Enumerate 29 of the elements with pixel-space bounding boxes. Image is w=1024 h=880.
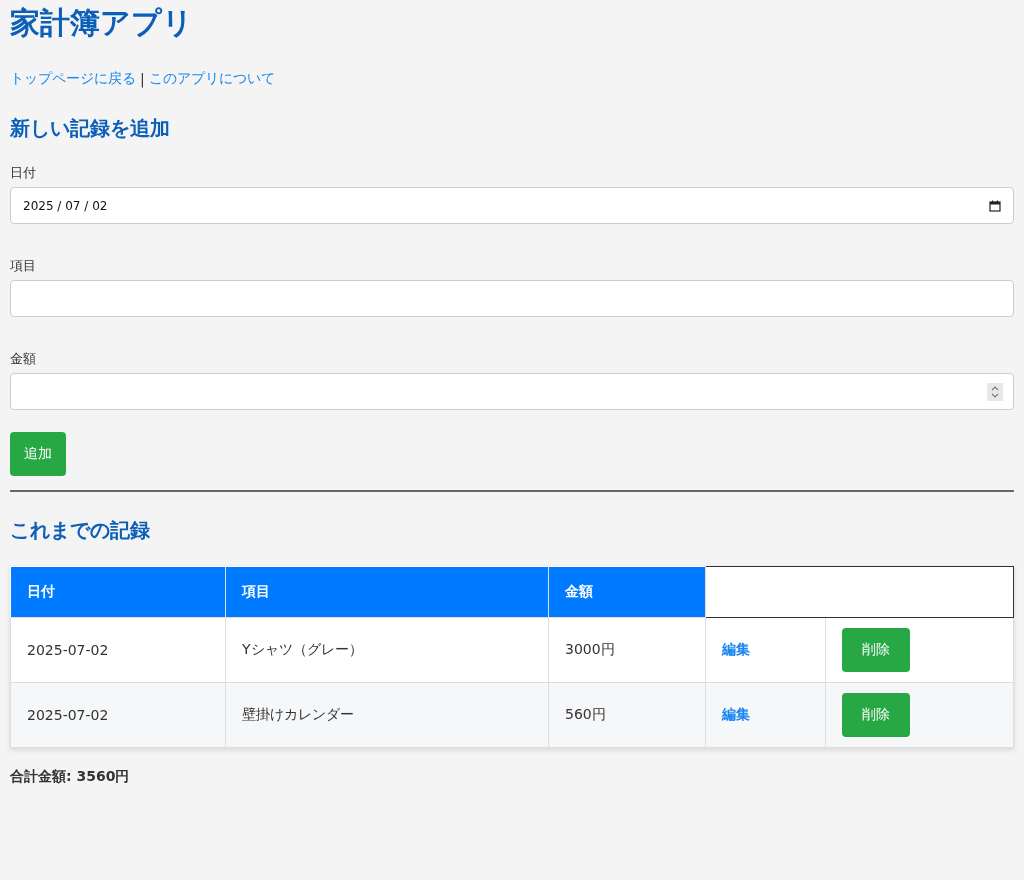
nav-separator: | (140, 71, 145, 87)
field-label: 金額 (10, 350, 37, 368)
field-label: 日付 (10, 164, 37, 182)
section-heading: これまでの記録 (10, 517, 151, 544)
section-heading: 新しい記録を追加 (10, 115, 171, 142)
column-header: 項目 (225, 566, 549, 618)
item-field[interactable] (10, 280, 1014, 317)
column-header: 日付 (10, 566, 226, 618)
edit-link[interactable]: 編集 (722, 706, 750, 722)
table-cell: 560円 (548, 682, 706, 748)
date-field[interactable]: 2025 / 07 / 02 (10, 187, 1014, 224)
total-amount: 合計金額: 3560円 (10, 768, 131, 786)
delete-button[interactable]: 削除 (842, 693, 910, 737)
table-cell: 壁掛けカレンダー (225, 682, 549, 748)
edit-link[interactable]: 編集 (722, 641, 750, 657)
delete-button[interactable]: 削除 (842, 628, 910, 672)
table-cell: 2025-07-02 (10, 617, 226, 683)
table-cell: Yシャツ（グレー） (225, 617, 549, 683)
field-label: 項目 (10, 257, 37, 275)
table-cell: 3000円 (548, 617, 706, 683)
table-cell: 2025-07-02 (10, 682, 226, 748)
calendar-icon[interactable] (989, 199, 1001, 212)
spinner-icon[interactable] (987, 382, 1003, 401)
amount-field[interactable] (10, 373, 1014, 410)
page-title: 家計簿アプリ (10, 4, 194, 42)
column-header: 金額 (548, 566, 706, 618)
nav-link[interactable]: トップページに戻る (10, 70, 136, 88)
add-button[interactable]: 追加 (10, 432, 66, 476)
nav-link[interactable]: このアプリについて (148, 70, 275, 88)
